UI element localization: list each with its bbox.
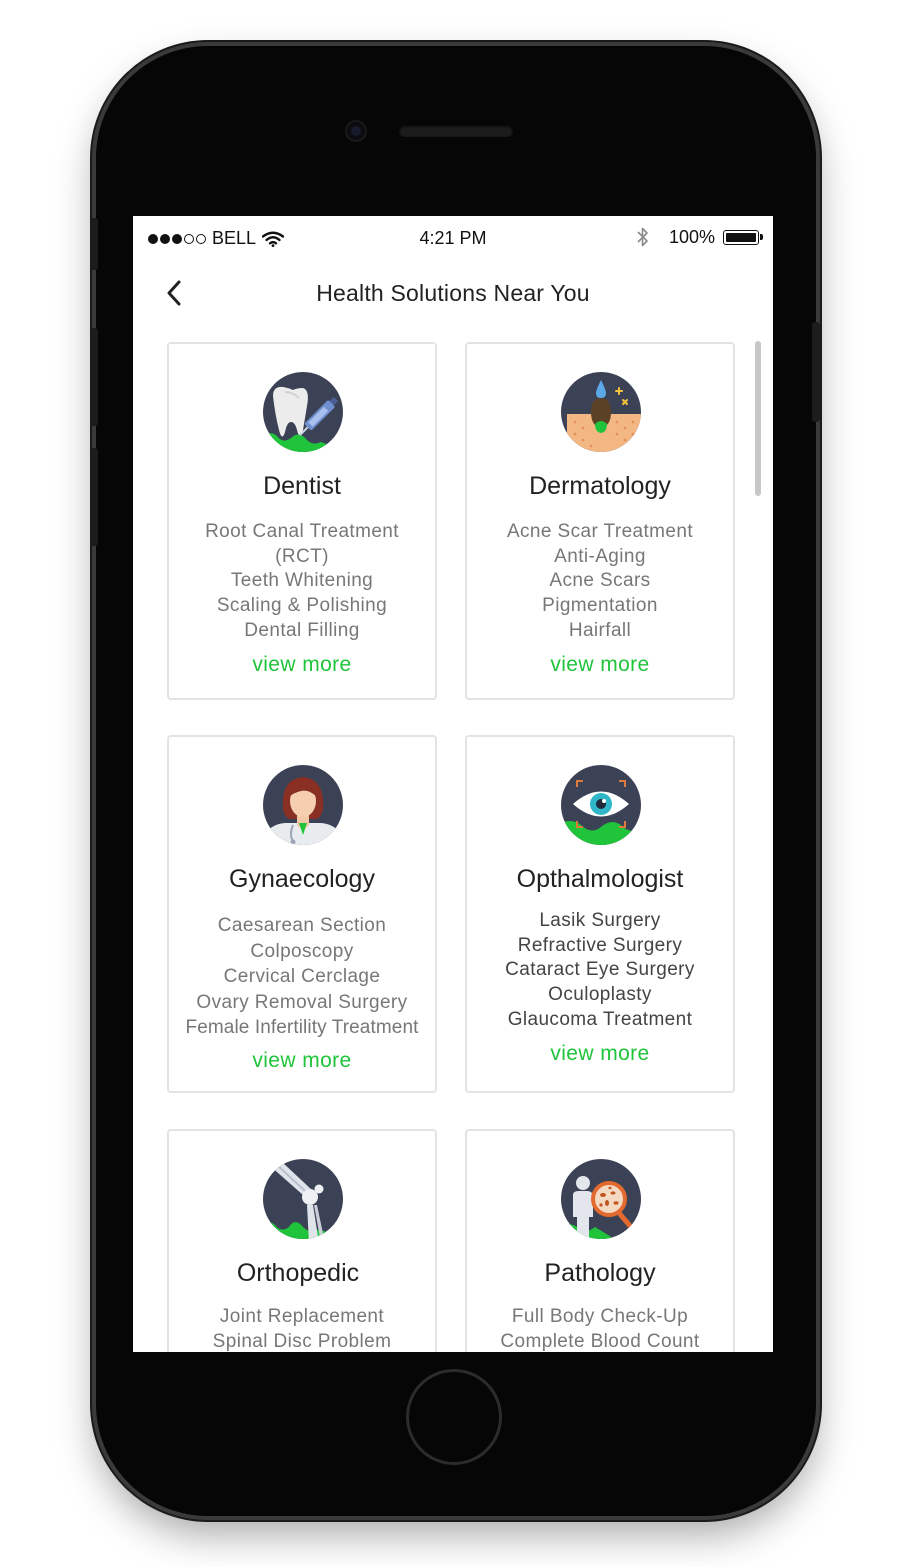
earpiece-speaker — [399, 125, 513, 137]
volume-down-button — [90, 448, 98, 546]
home-button[interactable] — [406, 1369, 502, 1465]
list-item: Acne Scar Treatment — [506, 521, 694, 542]
volume-up-button — [90, 328, 98, 426]
card-title: Orthopedic — [236, 1259, 360, 1287]
list-item: Lasik Surgery — [539, 910, 661, 931]
services-list: Lasik Surgery Refractive Surgery Catarac… — [467, 909, 733, 1033]
services-list: Joint Replacement Spinal Disc Problem — [169, 1305, 435, 1352]
category-card-dentist[interactable]: Dentist Root Canal Treatment (RCT) Teeth… — [167, 342, 437, 700]
view-more-link[interactable]: view more — [169, 1049, 435, 1073]
card-title: Pathology — [544, 1259, 656, 1287]
navigation-bar: Health Solutions Near You — [133, 260, 773, 326]
list-item: Colposcopy — [250, 940, 354, 962]
tooth-icon — [263, 372, 343, 452]
battery-percent: 100% — [668, 226, 715, 247]
status-bar: BELL 4:21 PM 100% — [133, 216, 773, 260]
list-item: Complete Blood Count — [500, 1330, 700, 1352]
category-card-opthalmologist[interactable]: Opthalmologist Lasik Surgery Refractive … — [465, 735, 735, 1093]
list-item: Glaucoma Treatment — [507, 1008, 693, 1030]
services-list: Acne Scar Treatment Anti-Aging Acne Scar… — [467, 520, 733, 644]
female-doctor-icon — [263, 765, 343, 845]
list-item: (RCT) — [275, 545, 329, 567]
battery-icon — [723, 229, 763, 245]
card-title: Dentist — [263, 472, 341, 500]
list-item: Cataract Eye Surgery — [505, 959, 695, 981]
list-item: Joint Replacement — [219, 1306, 385, 1327]
list-item: Full Body Check-Up — [511, 1306, 689, 1327]
power-button — [812, 322, 820, 422]
front-camera — [347, 122, 365, 140]
list-item: Anti-Aging — [554, 545, 646, 567]
app-screen: BELL 4:21 PM 100% Health Solutions Near … — [133, 216, 773, 1352]
list-item: Dental Filling — [244, 619, 360, 641]
skin-icon — [561, 372, 641, 452]
list-item: Scaling & Polishing — [216, 595, 388, 617]
card-title: Opthalmologist — [516, 865, 684, 893]
services-list: Full Body Check-Up Complete Blood Count — [467, 1305, 733, 1352]
list-item: Root Canal Treatment — [205, 521, 399, 542]
knee-joint-icon — [263, 1159, 343, 1239]
view-more-link[interactable]: view more — [467, 653, 733, 677]
list-item: Refractive Surgery — [517, 934, 683, 956]
view-more-link[interactable]: view more — [169, 653, 435, 677]
card-title: Gynaecology — [229, 865, 375, 893]
services-list: Root Canal Treatment (RCT) Teeth Whiteni… — [169, 520, 435, 644]
list-item: Oculoplasty — [548, 984, 652, 1006]
category-card-orthopedic[interactable]: Orthopedic Joint Replacement Spinal Disc… — [167, 1129, 437, 1352]
category-card-dermatology[interactable]: Dermatology Acne Scar Treatment Anti-Agi… — [465, 342, 735, 700]
list-item: Ovary Removal Surgery — [196, 991, 408, 1013]
category-card-gynaecology[interactable]: Gynaecology Caesarean Section Colposcopy… — [167, 735, 437, 1093]
list-item: Cervical Cerclage — [223, 966, 381, 987]
mute-switch — [90, 218, 98, 270]
list-item: Hairfall — [568, 619, 632, 641]
list-item: Acne Scars — [549, 570, 651, 592]
page-title: Health Solutions Near You — [316, 280, 590, 306]
services-list: Caesarean Section Colposcopy Cervical Ce… — [169, 913, 435, 1041]
list-item: Caesarean Section — [217, 915, 387, 936]
list-item: Pigmentation — [542, 595, 658, 617]
view-more-link[interactable]: view more — [467, 1042, 733, 1066]
eye-icon — [561, 765, 641, 845]
list-item: Teeth Whitening — [230, 570, 374, 592]
microscope-magnifier-icon — [561, 1159, 641, 1239]
list-item: Spinal Disc Problem — [212, 1330, 392, 1352]
list-item: Female Infertility Treatment — [185, 1017, 419, 1038]
category-card-pathology[interactable]: Pathology Full Body Check-Up Complete Bl… — [465, 1129, 735, 1352]
card-title: Dermatology — [529, 472, 671, 500]
scrollbar[interactable] — [755, 341, 761, 496]
bluetooth-icon — [637, 227, 648, 247]
